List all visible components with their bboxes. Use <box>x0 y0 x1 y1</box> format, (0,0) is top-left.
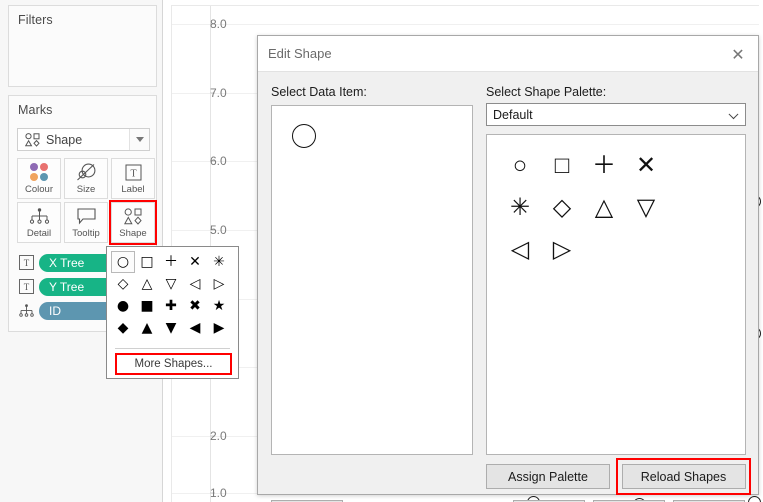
shape-palette-grid: ○ □ ＋ ✕ ✳ ◇ △ ▽ ◁ ▷ <box>487 135 745 270</box>
filters-title: Filters <box>18 13 53 27</box>
close-icon[interactable]: ✕ <box>724 41 752 67</box>
palette-shape-option[interactable]: ✳ <box>499 186 541 228</box>
marks-title: Marks <box>18 103 53 117</box>
shape-option[interactable]: ◆ <box>111 317 135 339</box>
shape-option[interactable]: ● <box>111 295 135 317</box>
colour-dots-icon <box>29 162 49 183</box>
palette-shape-option[interactable]: △ <box>583 186 625 228</box>
shape-icon <box>123 206 143 227</box>
shape-option[interactable]: △ <box>135 273 159 295</box>
marks-property-buttons: Colour Size T Label Detail Tooltip Shape <box>17 158 157 245</box>
more-shapes-label: More Shapes... <box>134 358 213 370</box>
reload-shapes-label: Reload Shapes <box>640 469 727 484</box>
shape-option[interactable]: ◀ <box>183 317 207 339</box>
dialog-titlebar: Edit Shape ✕ <box>258 36 758 72</box>
shape-palette-select[interactable]: Default <box>486 103 746 126</box>
shape-option[interactable]: ■ <box>135 295 159 317</box>
tooltip-bubble-icon <box>76 206 96 227</box>
palette-shape-option[interactable]: □ <box>541 144 583 186</box>
gridline <box>172 24 759 25</box>
colour-button[interactable]: Colour <box>17 158 61 199</box>
divider <box>115 348 230 349</box>
data-item-shape-icon[interactable] <box>292 124 316 148</box>
mark-type-dropdown[interactable]: Shape <box>17 128 150 151</box>
size-button-label: Size <box>76 184 96 195</box>
shape-option[interactable]: ○ <box>111 251 135 273</box>
shape-popup-grid: ○ □ ＋ ✕ ✳ ◇ △ ▽ ◁ ▷ ● ■ ✚ ✖ ★ ◆ ▲ ▼ ◀ ▶ <box>107 247 238 339</box>
svg-text:T: T <box>130 169 136 180</box>
select-shape-palette-label: Select Shape Palette: <box>486 85 607 99</box>
shape-palette-value: Default <box>493 107 533 122</box>
select-data-item-label: Select Data Item: <box>271 85 367 99</box>
shape-icon <box>25 132 41 147</box>
data-point-mark <box>748 496 761 502</box>
shape-palette-popup: ○ □ ＋ ✕ ✳ ◇ △ ▽ ◁ ▷ ● ■ ✚ ✖ ★ ◆ ▲ ▼ ◀ ▶ More Shapes... <box>106 246 239 379</box>
label-button-label: Label <box>121 184 145 195</box>
label-text-icon: T <box>125 162 142 183</box>
text-field-icon: T <box>19 255 34 270</box>
shape-option[interactable]: ▼ <box>159 317 183 339</box>
shape-option[interactable]: ✳ <box>207 251 231 273</box>
tooltip-button-label: Tooltip <box>72 228 100 239</box>
palette-shape-option[interactable]: ＋ <box>583 144 625 186</box>
shape-option[interactable]: ★ <box>207 295 231 317</box>
app-window: 8.0 7.0 6.0 5.0 2.0 1.0 1 5 3 Filters Ma… <box>0 0 763 502</box>
shape-button[interactable]: Shape <box>109 200 157 245</box>
detail-button-label: Detail <box>26 228 52 239</box>
assign-palette-label: Assign Palette <box>508 469 588 484</box>
shape-palette-preview: ○ □ ＋ ✕ ✳ ◇ △ ▽ ◁ ▷ <box>486 134 746 455</box>
shape-option[interactable]: ✚ <box>159 295 183 317</box>
mark-type-label: Shape <box>46 132 83 147</box>
text-field-icon: T <box>19 279 34 294</box>
reload-shapes-highlight: Reload Shapes <box>616 458 751 495</box>
palette-shape-option[interactable]: ✕ <box>625 144 667 186</box>
dialog-title: Edit Shape <box>268 46 332 61</box>
shape-option[interactable]: ＋ <box>159 251 183 273</box>
hierarchy-icon <box>19 303 34 318</box>
chevron-down-icon[interactable] <box>129 129 149 150</box>
dialog-body: Select Data Item: Select Shape Palette: … <box>258 72 758 502</box>
shape-button-label: Shape <box>119 228 147 239</box>
filters-card: Filters <box>8 5 157 87</box>
shape-option[interactable]: ◇ <box>111 273 135 295</box>
palette-shape-option[interactable]: ◇ <box>541 186 583 228</box>
shape-option[interactable]: ▷ <box>207 273 231 295</box>
tooltip-button[interactable]: Tooltip <box>64 202 108 243</box>
shape-option[interactable]: ✖ <box>183 295 207 317</box>
detail-hierarchy-icon <box>29 206 50 227</box>
palette-shape-option[interactable]: ◁ <box>499 228 541 270</box>
assign-palette-button[interactable]: Assign Palette <box>486 464 610 489</box>
palette-shape-option[interactable]: ▽ <box>625 186 667 228</box>
chevron-down-icon[interactable] <box>728 108 739 119</box>
shape-option[interactable]: ▲ <box>135 317 159 339</box>
size-button[interactable]: Size <box>64 158 108 199</box>
more-shapes-button[interactable]: More Shapes... <box>115 353 232 375</box>
edit-shape-dialog: Edit Shape ✕ Select Data Item: Select Sh… <box>257 35 759 502</box>
shape-option[interactable]: ✕ <box>183 251 207 273</box>
palette-shape-option[interactable]: ▷ <box>541 228 583 270</box>
colour-button-label: Colour <box>25 184 53 195</box>
shape-option[interactable]: ▽ <box>159 273 183 295</box>
data-item-list[interactable] <box>271 105 473 455</box>
detail-button[interactable]: Detail <box>17 202 61 243</box>
reload-shapes-button[interactable]: Reload Shapes <box>621 464 746 489</box>
label-button[interactable]: T Label <box>111 158 155 199</box>
shape-option[interactable]: ▶ <box>207 317 231 339</box>
shape-option[interactable]: ◁ <box>183 273 207 295</box>
palette-shape-option[interactable]: ○ <box>499 144 541 186</box>
shape-option[interactable]: □ <box>135 251 159 273</box>
size-icon <box>76 162 97 183</box>
